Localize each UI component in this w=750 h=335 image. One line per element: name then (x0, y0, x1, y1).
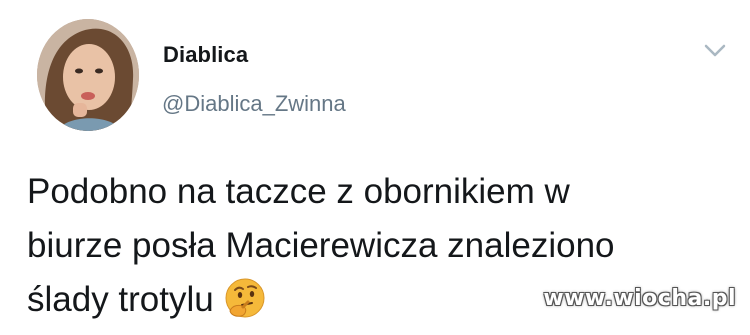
watermark: www.wiocha.pl (543, 286, 736, 311)
tweet-text-line: biurze posła Macierewicza znaleziono (27, 226, 615, 265)
profile-photo-icon (37, 19, 139, 131)
tweet-text-line-content: ślady trotylu (27, 280, 214, 319)
user-handle[interactable]: @Diablica_Zwinna (162, 91, 346, 117)
avatar[interactable] (37, 19, 139, 131)
tweet-text-line: Podobno na taczce z obornikiem w (27, 172, 570, 211)
thinking-face-emoji-icon (224, 277, 266, 319)
chevron-down-icon[interactable] (703, 42, 727, 60)
tweet-card: Diablica @Diablica_Zwinna Podobno na tac… (0, 0, 750, 325)
display-name[interactable]: Diablica (163, 42, 248, 68)
